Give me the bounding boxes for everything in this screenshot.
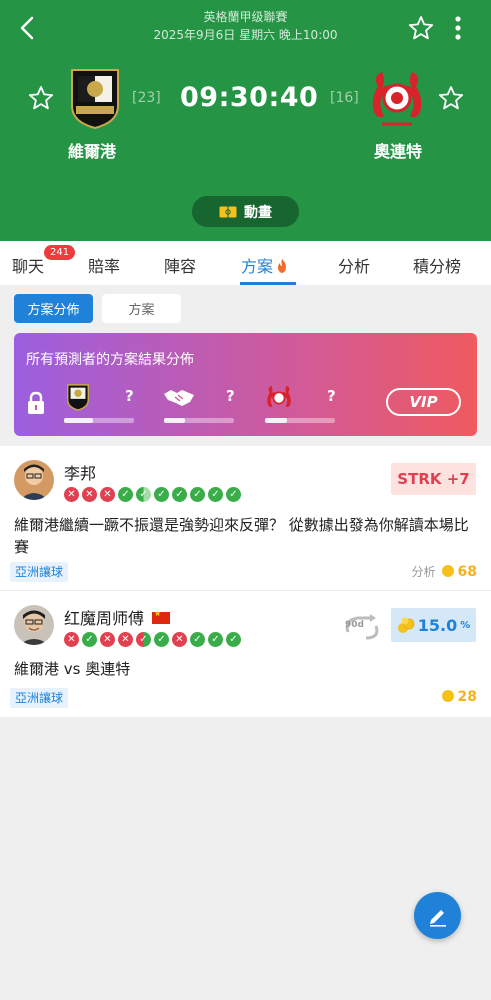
lock-icon bbox=[28, 391, 44, 414]
away-rank: [16] bbox=[330, 90, 359, 106]
win-result-icon: ✓ bbox=[226, 487, 241, 502]
away-team-small-logo bbox=[267, 385, 291, 407]
match-datetime: 2025年9月6日 星期六 晚上10:00 bbox=[153, 28, 338, 42]
loss-result-icon: ✕ bbox=[64, 487, 79, 502]
half-result-icon: ✓ bbox=[136, 487, 151, 502]
draw-bar bbox=[164, 418, 234, 423]
home-win-bar bbox=[64, 418, 134, 423]
back-icon[interactable] bbox=[14, 14, 42, 42]
win-result-icon: ✓ bbox=[154, 487, 169, 502]
ninety-day-icon: 90d bbox=[345, 614, 379, 640]
fire-icon bbox=[278, 259, 287, 273]
half-result-icon: ✓ bbox=[136, 632, 151, 647]
plan-tag: 亞洲讓球 bbox=[10, 562, 69, 582]
home-team-logo[interactable] bbox=[66, 66, 124, 130]
streak-badge: STRK +7 bbox=[391, 463, 476, 495]
price-value: 68 bbox=[457, 564, 477, 580]
win-result-icon: ✓ bbox=[190, 487, 205, 502]
loss-result-icon: ✕ bbox=[64, 632, 79, 647]
win-result-icon: ✓ bbox=[82, 632, 97, 647]
match-clock: 09:30:40 bbox=[180, 82, 319, 113]
roi-unit: % bbox=[460, 619, 471, 631]
away-win-bar bbox=[265, 418, 335, 423]
roi-badge: 15.0% bbox=[391, 608, 476, 642]
win-result-icon: ✓ bbox=[226, 632, 241, 647]
tab-chat[interactable]: 聊天 bbox=[12, 253, 44, 277]
home-team-name[interactable]: 維爾港 bbox=[52, 138, 132, 162]
win-result-icon: ✓ bbox=[208, 487, 223, 502]
match-header: 英格蘭甲级聯賽 2025年9月6日 星期六 晚上10:00 [23] 09:30… bbox=[0, 0, 491, 241]
league-name: 英格蘭甲级聯賽 bbox=[203, 10, 288, 24]
tab-odds[interactable]: 賠率 bbox=[88, 253, 120, 277]
home-rank: [23] bbox=[132, 90, 161, 106]
win-result-icon: ✓ bbox=[208, 632, 223, 647]
tab-lineup[interactable]: 陣容 bbox=[164, 253, 196, 277]
loss-result-icon: ✕ bbox=[100, 487, 115, 502]
coins-icon bbox=[397, 617, 415, 633]
tab-plans-label: 方案 bbox=[241, 257, 274, 276]
compose-button[interactable] bbox=[414, 892, 461, 939]
pencil-icon bbox=[429, 909, 446, 927]
vip-distribution-card[interactable]: 所有預測者的方案結果分佈 ? ? ? VIP bbox=[14, 333, 477, 436]
loss-result-icon: ✕ bbox=[100, 632, 115, 647]
home-team-small-logo bbox=[67, 384, 89, 411]
roi-value: 15.0 bbox=[417, 615, 458, 635]
ninety-day-label: 90d bbox=[345, 620, 364, 630]
author-name[interactable]: 李邦 bbox=[64, 460, 96, 484]
animation-button[interactable]: 動畫 bbox=[192, 196, 299, 227]
coin-icon bbox=[441, 565, 454, 577]
plan-tag: 亞洲讓球 bbox=[10, 688, 69, 708]
loss-result-icon: ✕ bbox=[82, 487, 97, 502]
author-avatar[interactable] bbox=[14, 605, 54, 645]
home-favorite-star-icon[interactable] bbox=[28, 85, 54, 111]
plan-price: 分析 68 bbox=[412, 563, 478, 580]
more-options-icon[interactable] bbox=[450, 14, 466, 42]
away-win-percent: ? bbox=[327, 387, 336, 405]
author-name: 红魔周师傅 bbox=[64, 609, 145, 628]
pitch-icon bbox=[219, 205, 237, 218]
away-team-logo[interactable] bbox=[368, 66, 426, 130]
handshake-icon bbox=[164, 390, 194, 406]
tab-standings[interactable]: 積分榜 bbox=[413, 253, 461, 277]
author-name-row[interactable]: 红魔周师傅 bbox=[64, 605, 171, 629]
segment-plans[interactable]: 方案 bbox=[102, 294, 181, 323]
recent-record: ✕ ✓ ✕ ✕ ✓ ✓ ✕ ✓ ✓ ✓ bbox=[64, 632, 241, 647]
away-favorite-star-icon[interactable] bbox=[438, 85, 464, 111]
plan-title[interactable]: 維爾港繼續一蹶不振還是強勢迎來反彈？ 從數據出發為你解讀本場比賽 bbox=[14, 514, 477, 558]
tab-analysis[interactable]: 分析 bbox=[338, 253, 370, 277]
author-avatar[interactable] bbox=[14, 460, 54, 500]
active-tab-indicator bbox=[240, 282, 296, 285]
win-result-icon: ✓ bbox=[154, 632, 169, 647]
price-label: 分析 bbox=[411, 565, 436, 579]
plan-title[interactable]: 維爾港 vs 奧連特 bbox=[14, 658, 477, 680]
away-team-name[interactable]: 奧連特 bbox=[358, 138, 438, 162]
vip-card-title: 所有預測者的方案結果分佈 bbox=[26, 352, 194, 368]
chat-count-badge: 241 bbox=[44, 245, 76, 260]
segment-distribution[interactable]: 方案分佈 bbox=[14, 294, 93, 323]
tab-plans[interactable]: 方案 bbox=[241, 253, 289, 277]
draw-percent: ? bbox=[226, 387, 235, 405]
coin-icon bbox=[441, 690, 454, 702]
loss-result-icon: ✕ bbox=[172, 632, 187, 647]
win-result-icon: ✓ bbox=[118, 487, 133, 502]
recent-record: ✕ ✕ ✕ ✓ ✓ ✓ ✓ ✓ ✓ ✓ bbox=[64, 487, 241, 502]
vip-button[interactable]: VIP bbox=[386, 388, 461, 416]
china-flag-icon bbox=[152, 609, 171, 624]
home-win-percent: ? bbox=[125, 387, 134, 405]
animation-label: 動畫 bbox=[244, 204, 272, 221]
favorite-star-icon[interactable] bbox=[408, 15, 434, 41]
plan-price: 28 bbox=[441, 689, 477, 705]
loss-result-icon: ✕ bbox=[118, 632, 133, 647]
win-result-icon: ✓ bbox=[172, 487, 187, 502]
win-result-icon: ✓ bbox=[190, 632, 205, 647]
price-value: 28 bbox=[457, 689, 477, 705]
